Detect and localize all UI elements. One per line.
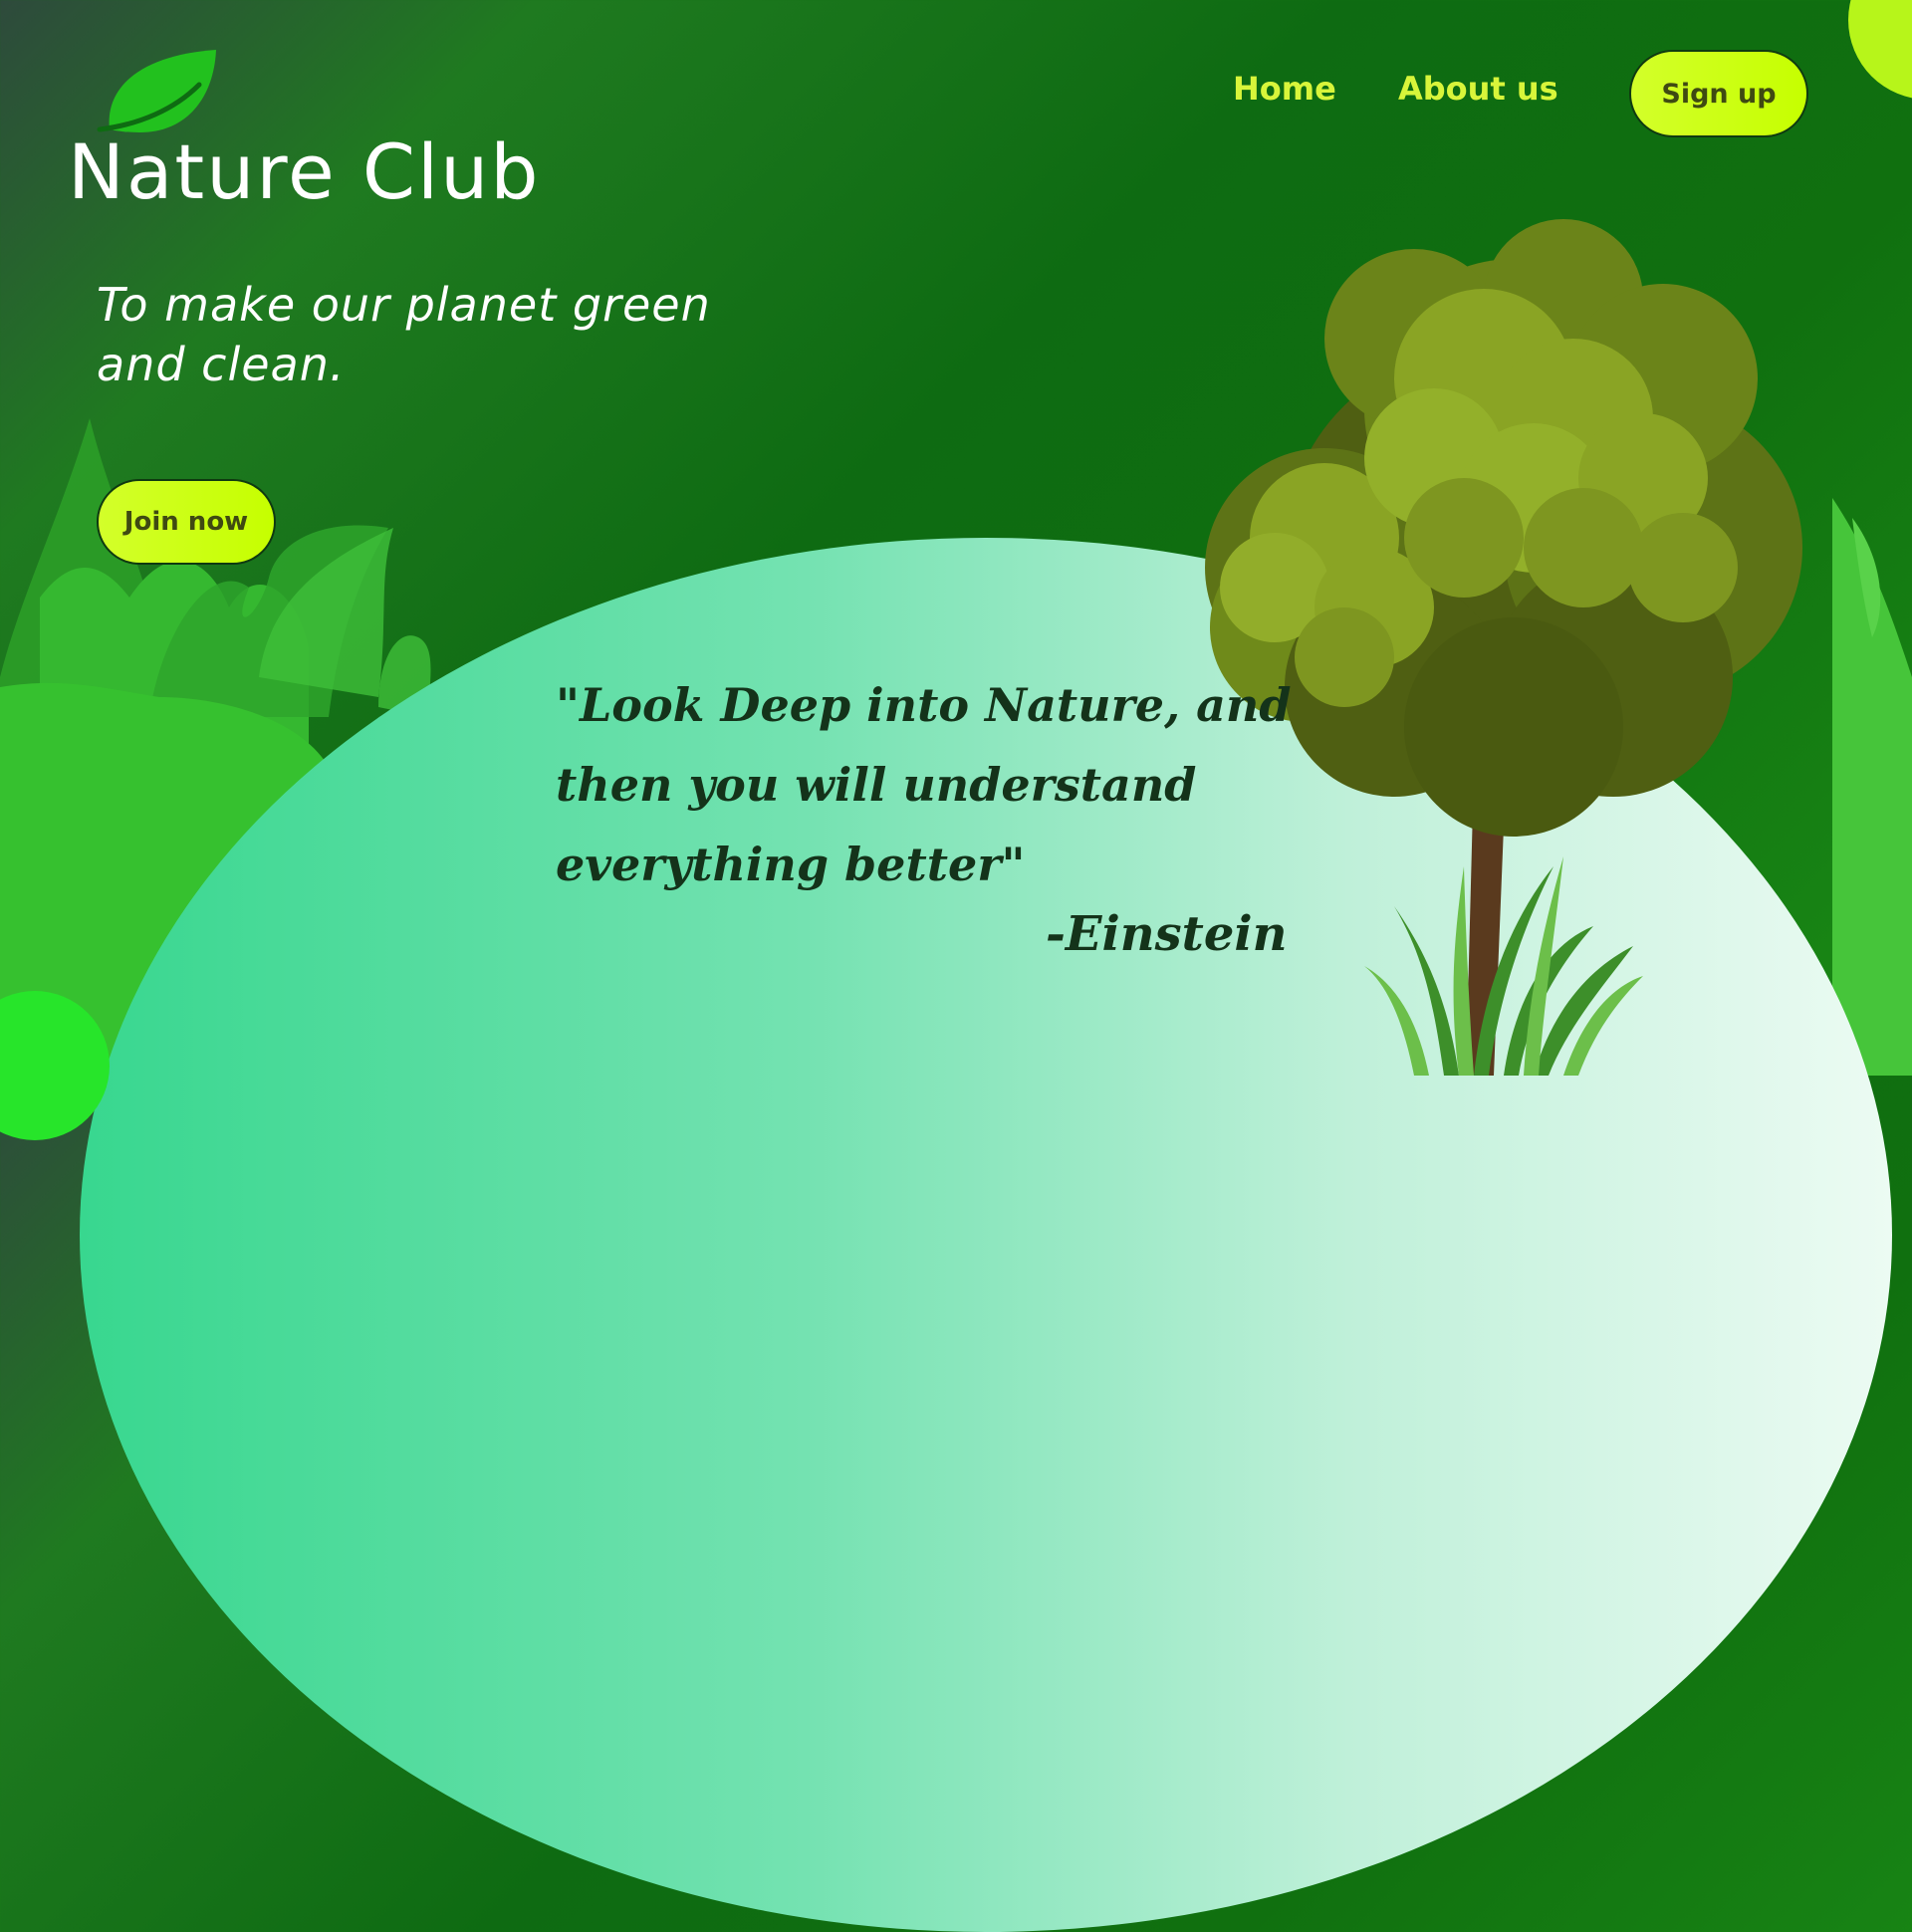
- leaf-icon: [97, 50, 216, 132]
- join-now-button[interactable]: Join now: [97, 479, 276, 565]
- hero-tagline: To make our planet green and clean.: [97, 278, 711, 391]
- quote-text: "Look Deep into Nature, and then you wil…: [556, 678, 1292, 891]
- sign-up-button[interactable]: Sign up: [1629, 50, 1808, 137]
- nav-home-link[interactable]: Home: [1233, 70, 1336, 108]
- quote-author: -Einstein: [1046, 906, 1288, 962]
- nav-about-us-link[interactable]: About us: [1398, 70, 1558, 108]
- brand-name: Nature Club: [68, 127, 541, 216]
